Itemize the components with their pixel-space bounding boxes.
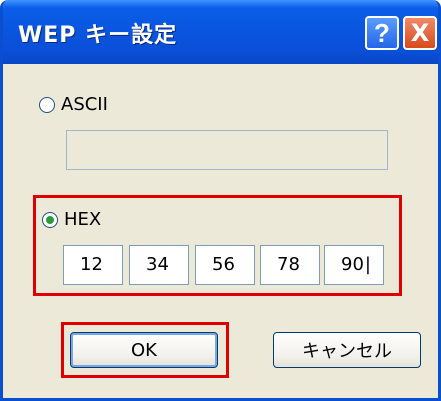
dialog-title: WEP キー設定 xyxy=(18,23,178,48)
hex-key-input-3[interactable]: 56 xyxy=(195,245,255,285)
dialog-content: ASCII HEX 12 34 56 78 90 OK キャンセル xyxy=(3,64,438,398)
ascii-radio[interactable] xyxy=(39,96,55,113)
hex-key-input-4[interactable]: 78 xyxy=(260,245,320,285)
help-icon: ? xyxy=(374,17,390,48)
help-button[interactable]: ? xyxy=(365,16,399,50)
hex-option[interactable]: HEX xyxy=(42,209,101,230)
title-bar[interactable]: WEP キー設定 ? X xyxy=(3,0,438,64)
hex-label: HEX xyxy=(64,209,102,230)
hex-radio[interactable] xyxy=(42,211,58,228)
ascii-option[interactable]: ASCII xyxy=(39,94,108,115)
ascii-label: ASCII xyxy=(61,94,108,115)
close-icon: X xyxy=(410,19,430,47)
close-button[interactable]: X xyxy=(403,16,437,50)
ok-button[interactable]: OK xyxy=(70,332,218,368)
hex-key-input-1[interactable]: 12 xyxy=(63,245,123,285)
hex-key-input-2[interactable]: 34 xyxy=(129,245,189,285)
hex-key-input-5[interactable]: 90 xyxy=(324,245,384,285)
ascii-key-input[interactable] xyxy=(66,130,388,170)
wep-key-dialog: WEP キー設定 ? X ASCII HEX 12 34 56 78 90 OK… xyxy=(0,0,441,401)
cancel-button[interactable]: キャンセル xyxy=(273,332,421,368)
